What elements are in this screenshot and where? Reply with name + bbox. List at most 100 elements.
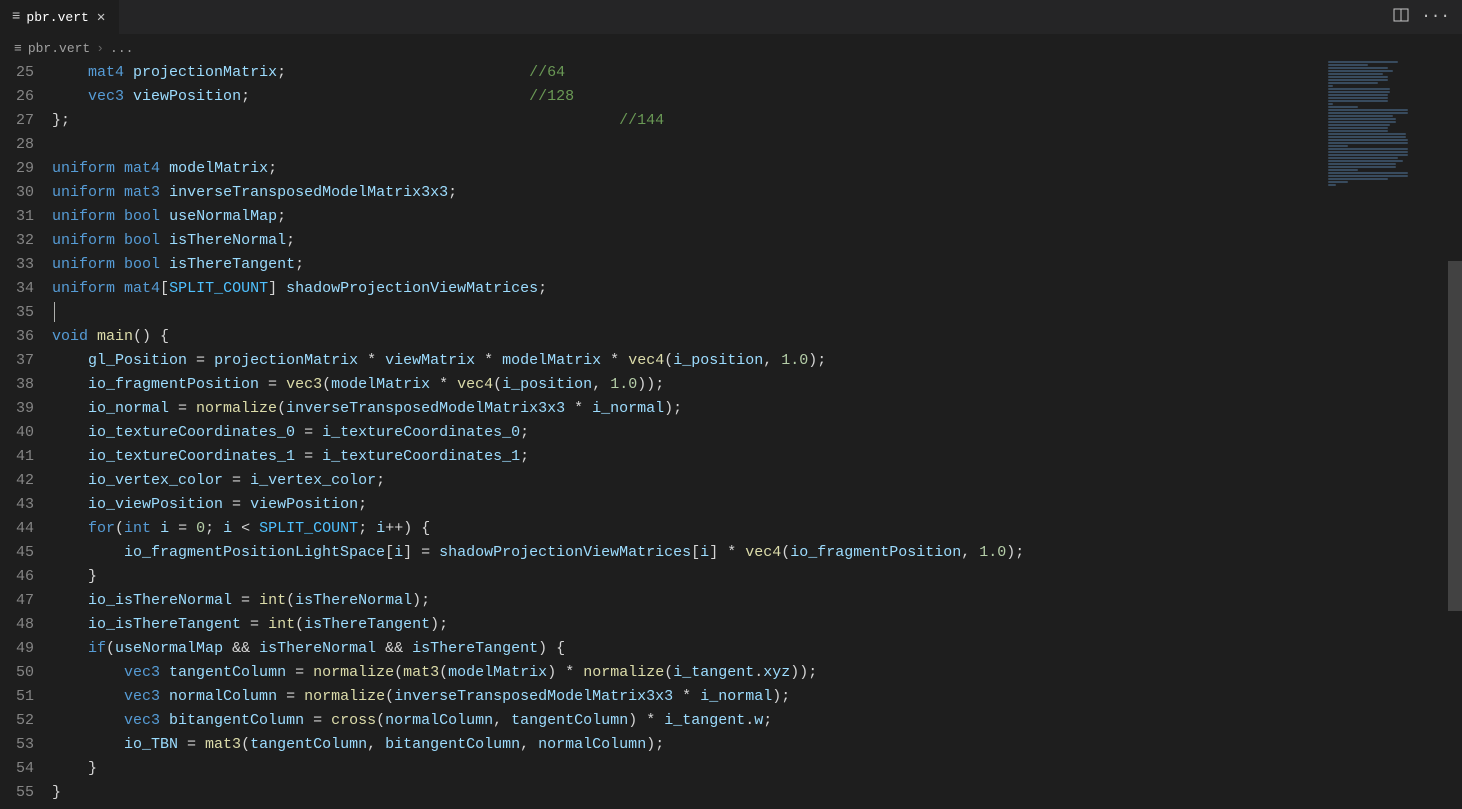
minimap-line	[1328, 70, 1393, 72]
code-line[interactable]: io_isThereNormal = int(isThereNormal);	[52, 589, 1462, 613]
minimap-line	[1328, 139, 1408, 141]
line-number: 32	[0, 229, 34, 253]
code-line[interactable]: uniform bool isThereTangent;	[52, 253, 1462, 277]
code-line[interactable]: gl_Position = projectionMatrix * viewMat…	[52, 349, 1462, 373]
minimap-line	[1328, 118, 1396, 120]
minimap-line	[1328, 163, 1396, 165]
tab-active[interactable]: ≡ pbr.vert ✕	[0, 0, 120, 34]
code-line[interactable]: vec3 tangentColumn = normalize(mat3(mode…	[52, 661, 1462, 685]
minimap-line	[1328, 82, 1378, 84]
minimap-line	[1328, 109, 1408, 111]
line-number: 49	[0, 637, 34, 661]
code-line[interactable]: }	[52, 565, 1462, 589]
minimap-line	[1328, 124, 1390, 126]
line-number: 28	[0, 133, 34, 157]
code-line[interactable]: io_textureCoordinates_0 = i_textureCoord…	[52, 421, 1462, 445]
breadcrumb-more[interactable]: ...	[110, 41, 133, 56]
line-number: 34	[0, 277, 34, 301]
line-number: 45	[0, 541, 34, 565]
chevron-right-icon: ›	[96, 41, 104, 56]
close-icon[interactable]: ✕	[95, 9, 107, 26]
code-line[interactable]: uniform mat4 modelMatrix;	[52, 157, 1462, 181]
tabbar-actions: ···	[1393, 7, 1462, 28]
code-line[interactable]: io_vertex_color = i_vertex_color;	[52, 469, 1462, 493]
code-line[interactable]: io_TBN = mat3(tangentColumn, bitangentCo…	[52, 733, 1462, 757]
line-number: 54	[0, 757, 34, 781]
code-line[interactable]: mat4 projectionMatrix; //64	[52, 61, 1462, 85]
minimap-line	[1328, 175, 1408, 177]
line-number: 29	[0, 157, 34, 181]
code-line[interactable]: void main() {	[52, 325, 1462, 349]
code-line[interactable]: }; //144	[52, 109, 1462, 133]
code-line[interactable]	[52, 133, 1462, 157]
tab-label: pbr.vert	[26, 10, 88, 25]
line-number: 48	[0, 613, 34, 637]
code-line[interactable]: uniform mat4[SPLIT_COUNT] shadowProjecti…	[52, 277, 1462, 301]
line-number: 39	[0, 397, 34, 421]
minimap-line	[1328, 88, 1390, 90]
line-number: 27	[0, 109, 34, 133]
line-number: 35	[0, 301, 34, 325]
split-editor-icon[interactable]	[1393, 7, 1409, 28]
minimap-line	[1328, 136, 1406, 138]
code-line[interactable]: io_textureCoordinates_1 = i_textureCoord…	[52, 445, 1462, 469]
file-icon: ≡	[12, 9, 20, 25]
code-line[interactable]: vec3 normalColumn = normalize(inverseTra…	[52, 685, 1462, 709]
code-editor[interactable]: 2526272829303132333435363738394041424344…	[0, 61, 1462, 809]
line-number: 26	[0, 85, 34, 109]
vertical-scrollbar[interactable]	[1448, 61, 1462, 809]
code-line[interactable]: uniform bool isThereNormal;	[52, 229, 1462, 253]
code-line[interactable]: io_normal = normalize(inverseTransposedM…	[52, 397, 1462, 421]
minimap-line	[1328, 73, 1383, 75]
code-line[interactable]: }	[52, 781, 1462, 805]
minimap-line	[1328, 85, 1333, 87]
code-line[interactable]	[52, 301, 1462, 325]
breadcrumb-file[interactable]: pbr.vert	[28, 41, 90, 56]
line-number: 37	[0, 349, 34, 373]
code-line[interactable]: uniform bool useNormalMap;	[52, 205, 1462, 229]
line-number: 46	[0, 565, 34, 589]
code-line[interactable]: io_fragmentPositionLightSpace[i] = shado…	[52, 541, 1462, 565]
scrollbar-thumb[interactable]	[1448, 261, 1462, 611]
minimap-line	[1328, 106, 1358, 108]
minimap-line	[1328, 67, 1388, 69]
code-line[interactable]: io_fragmentPosition = vec3(modelMatrix *…	[52, 373, 1462, 397]
minimap-line	[1328, 178, 1388, 180]
line-number: 43	[0, 493, 34, 517]
minimap-line	[1328, 91, 1390, 93]
line-number: 53	[0, 733, 34, 757]
code-line[interactable]: for(int i = 0; i < SPLIT_COUNT; i++) {	[52, 517, 1462, 541]
minimap-line	[1328, 160, 1403, 162]
code-line[interactable]: vec3 bitangentColumn = cross(normalColum…	[52, 709, 1462, 733]
line-number: 47	[0, 589, 34, 613]
minimap-line	[1328, 145, 1348, 147]
line-number: 42	[0, 469, 34, 493]
minimap-line	[1328, 151, 1408, 153]
minimap[interactable]	[1328, 61, 1448, 201]
line-number: 44	[0, 517, 34, 541]
minimap-line	[1328, 181, 1348, 183]
minimap-line	[1328, 184, 1336, 186]
line-number: 55	[0, 781, 34, 805]
minimap-line	[1328, 172, 1408, 174]
minimap-line	[1328, 169, 1358, 171]
breadcrumb[interactable]: ≡ pbr.vert › ...	[0, 35, 1462, 61]
code-line[interactable]: io_viewPosition = viewPosition;	[52, 493, 1462, 517]
minimap-line	[1328, 121, 1396, 123]
minimap-line	[1328, 142, 1408, 144]
minimap-line	[1328, 157, 1398, 159]
minimap-line	[1328, 112, 1408, 114]
code-line[interactable]: if(useNormalMap && isThereNormal && isTh…	[52, 637, 1462, 661]
code-line[interactable]: uniform mat3 inverseTransposedModelMatri…	[52, 181, 1462, 205]
code-line[interactable]: }	[52, 757, 1462, 781]
minimap-line	[1328, 130, 1388, 132]
minimap-line	[1328, 166, 1396, 168]
line-number: 50	[0, 661, 34, 685]
text-cursor	[54, 302, 55, 322]
code-line[interactable]: io_isThereTangent = int(isThereTangent);	[52, 613, 1462, 637]
minimap-line	[1328, 76, 1388, 78]
code-line[interactable]: vec3 viewPosition; //128	[52, 85, 1462, 109]
line-number: 31	[0, 205, 34, 229]
more-actions-icon[interactable]: ···	[1421, 7, 1450, 28]
code-area[interactable]: mat4 projectionMatrix; //64 vec3 viewPos…	[52, 61, 1462, 809]
